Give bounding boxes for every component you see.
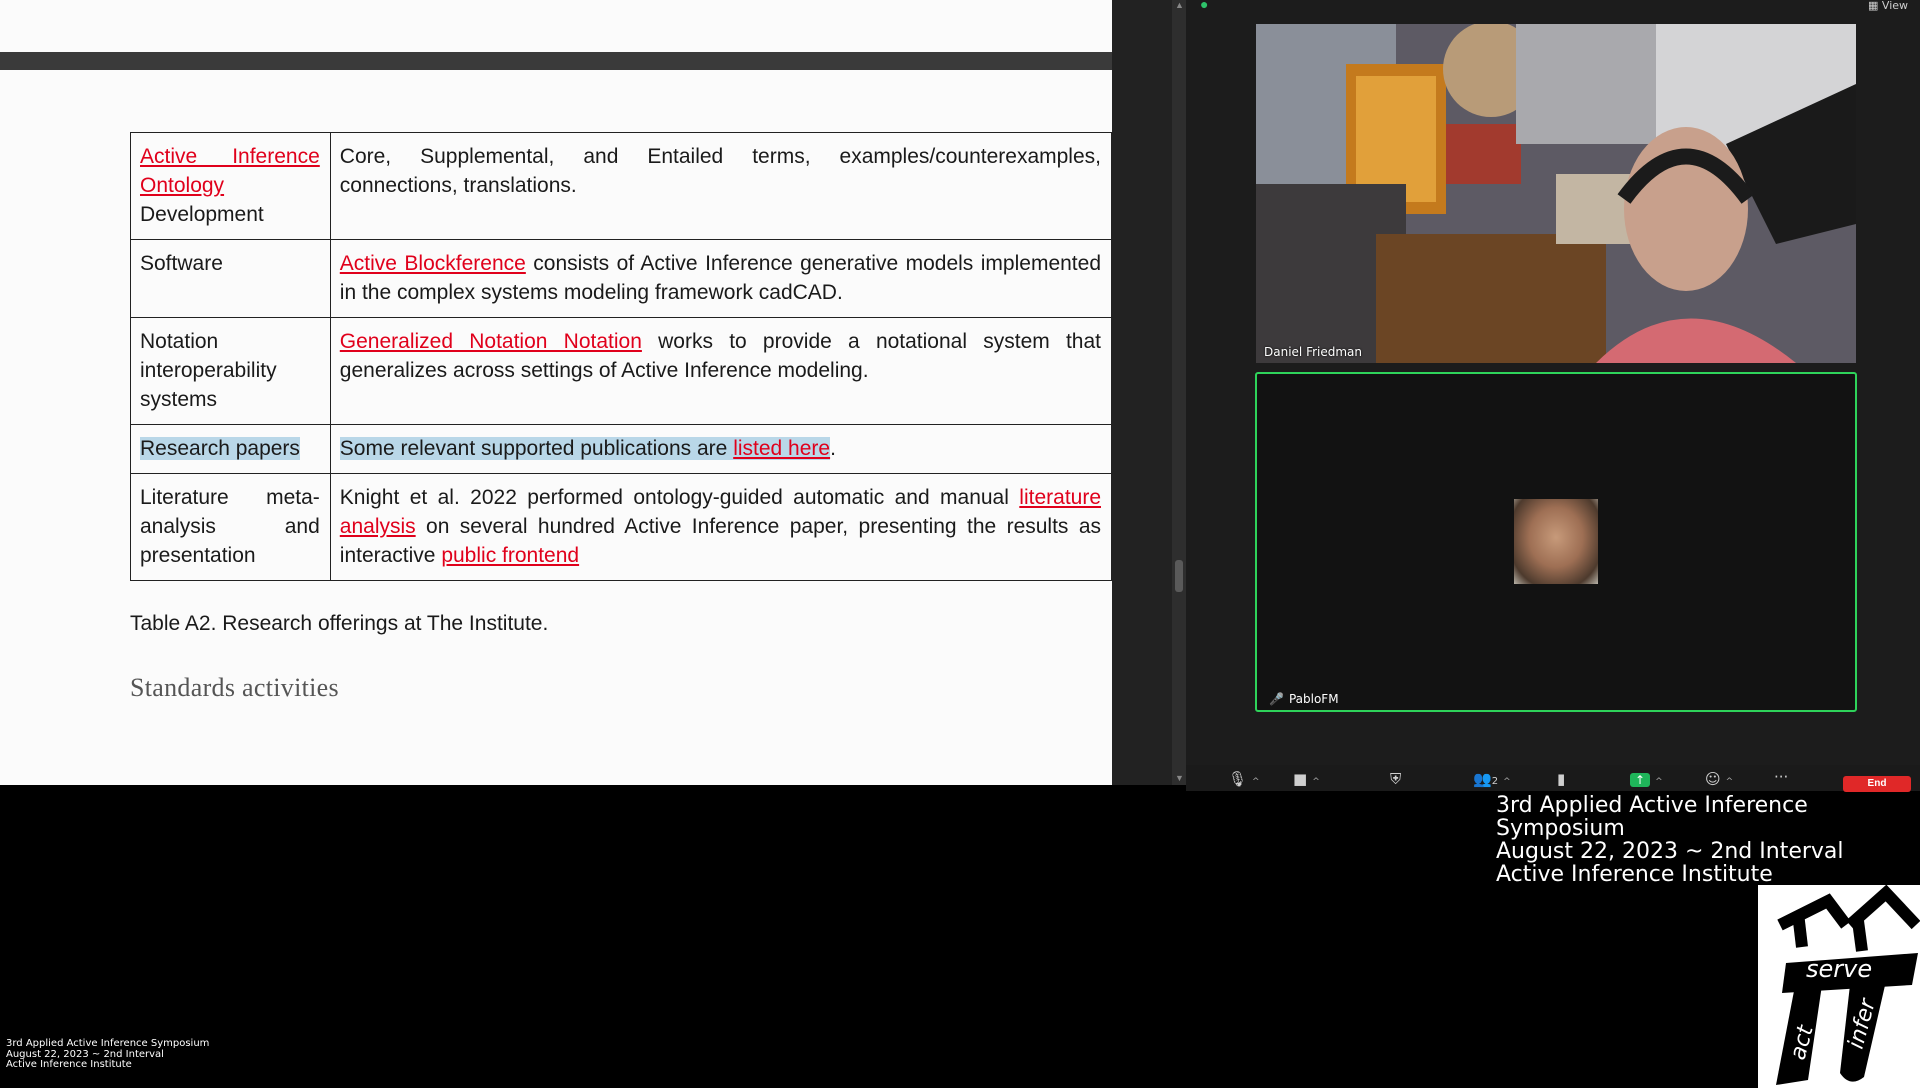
microphone-button[interactable]: 🎙 ^ — [1228, 770, 1260, 788]
video-tile-pablo-active-speaker[interactable]: 🎤 PabloFM — [1255, 372, 1857, 712]
chevron-up-icon[interactable]: ^ — [1503, 777, 1511, 787]
cell-text: Software — [140, 252, 223, 275]
end-meeting-button[interactable]: End — [1843, 776, 1911, 792]
participants-icon: 👥 — [1473, 770, 1492, 788]
participant-name-daniel: Daniel Friedman — [1264, 345, 1363, 359]
participants-button[interactable]: 👥2 ^ — [1473, 770, 1511, 788]
video-tile-daniel[interactable]: Daniel Friedman — [1256, 24, 1856, 363]
table-cell-description: Some relevant supported publications are… — [329, 424, 1113, 474]
table-cell-description: Core, Supplemental, and Entailed terms, … — [329, 132, 1113, 240]
reactions-button[interactable]: ☺ ^ — [1705, 770, 1733, 788]
table-caption: Table A2. Research offerings at The Inst… — [130, 612, 549, 635]
logo-graphic: serve act infer — [1776, 884, 1920, 1085]
overlay-small-line: 3rd Applied Active Inference Symposium — [6, 1038, 210, 1049]
table-row: Notation interoperability systems General… — [130, 317, 1113, 425]
cell-text: Core, Supplemental, and Entailed terms, … — [339, 145, 1101, 197]
ellipsis-icon: ··· — [1774, 768, 1789, 786]
table-row: Research papers Some relevant supported p… — [130, 424, 1113, 474]
share-screen-icon: ↑ — [1630, 773, 1651, 787]
table-row: Software Active Blockference consists of … — [130, 239, 1113, 318]
chevron-up-icon[interactable]: ^ — [1655, 777, 1663, 787]
previous-page-bottom — [0, 0, 1112, 54]
encryption-shield-icon[interactable]: ● — [1200, 0, 1208, 12]
hyperlink[interactable]: Active Blockference — [340, 252, 526, 275]
table-cell-label: Research papers — [130, 424, 331, 474]
cell-text: Development — [140, 203, 264, 226]
stream-small-caption: 3rd Applied Active Inference Symposium A… — [6, 1038, 210, 1071]
view-button[interactable]: ▦ View — [1868, 0, 1908, 12]
hyperlink[interactable]: public frontend — [441, 544, 579, 567]
overlay-line: 3rd Applied Active Inference Symposium — [1496, 793, 1808, 841]
table-row: Literature meta-analysis and presentatio… — [130, 473, 1113, 581]
scroll-down-arrow-icon[interactable]: ▼ — [1175, 773, 1184, 783]
table-cell-label: Software — [130, 239, 331, 318]
chevron-up-icon[interactable]: ^ — [1252, 777, 1260, 787]
institute-logo: serve act infer — [1758, 884, 1920, 1088]
stream-title-overlay: 3rd Applied Active Inference Symposium A… — [1496, 794, 1920, 886]
view-label: View — [1881, 0, 1909, 12]
participant-name-pablo: 🎤 PabloFM — [1269, 692, 1339, 706]
webcam-video-frame — [1256, 24, 1856, 363]
chevron-up-icon[interactable]: ^ — [1312, 777, 1320, 787]
table-cell-description: Generalized Notation Notation works to p… — [329, 317, 1113, 425]
page-gap — [0, 52, 1112, 70]
research-offerings-table: Active Inference Ontology Development Cor… — [130, 132, 1113, 581]
security-button[interactable]: ⛨ — [1390, 770, 1401, 788]
section-heading: Standards activities — [130, 673, 339, 702]
hyperlink[interactable]: listed here — [733, 437, 831, 460]
video-camera-icon: ■ — [1293, 770, 1308, 788]
hyperlink[interactable]: Generalized Notation Notation — [340, 330, 642, 353]
scrollbar-thumb[interactable] — [1175, 560, 1183, 592]
table-row: Active Inference Ontology Development Cor… — [130, 132, 1113, 240]
shield-icon: ⛨ — [1390, 770, 1402, 788]
more-button[interactable]: ··· — [1774, 768, 1788, 786]
share-screen-button[interactable]: ↑ ^ — [1630, 770, 1663, 788]
cell-text: Notation interoperability systems — [140, 330, 277, 411]
smiley-icon: ☺ — [1705, 770, 1721, 788]
chevron-up-icon[interactable]: ^ — [1726, 777, 1734, 787]
document-scrollbar[interactable] — [1172, 0, 1186, 785]
polls-button[interactable]: ▮ — [1557, 770, 1565, 788]
video-button[interactable]: ■ ^ — [1293, 770, 1320, 788]
hyperlink[interactable]: Active Inference Ontology — [140, 145, 320, 197]
overlay-small-line: Active Inference Institute — [6, 1059, 132, 1070]
cell-text: Research papers — [140, 437, 300, 460]
cell-text: Literature meta-analysis and presentatio… — [140, 486, 320, 567]
table-cell-description: Knight et al. 2022 performed ontology-gu… — [329, 473, 1113, 581]
logo-word-serve: serve — [1806, 955, 1872, 983]
cell-text: Some relevant supported publications are — [339, 437, 734, 460]
participant-avatar — [1514, 499, 1598, 584]
grid-icon: ▦ — [1868, 0, 1879, 12]
overlay-line: Active Inference Institute — [1496, 862, 1773, 887]
scroll-up-arrow-icon[interactable]: ▲ — [1175, 0, 1184, 10]
table-cell-label: Literature meta-analysis and presentatio… — [130, 473, 331, 581]
cell-text: Knight et al. 2022 performed ontology-gu… — [339, 486, 1020, 509]
table-cell-description: Active Blockference consists of Active I… — [329, 239, 1113, 318]
overlay-line: August 22, 2023 ~ 2nd Interval — [1496, 839, 1844, 864]
document-viewer[interactable]: Active Inference Ontology Development Cor… — [0, 0, 1113, 785]
muted-mic-icon: 🎤 — [1269, 692, 1284, 706]
bar-chart-icon: ▮ — [1557, 770, 1566, 788]
participants-count: 2 — [1491, 776, 1499, 787]
table-cell-label: Active Inference Ontology Development — [130, 132, 331, 240]
participant-name-pablo-text: PabloFM — [1288, 692, 1339, 706]
table-cell-label: Notation interoperability systems — [130, 317, 331, 425]
cell-text: . — [830, 437, 836, 460]
pane-divider — [1112, 0, 1172, 785]
microphone-icon: 🎙 — [1228, 770, 1248, 788]
